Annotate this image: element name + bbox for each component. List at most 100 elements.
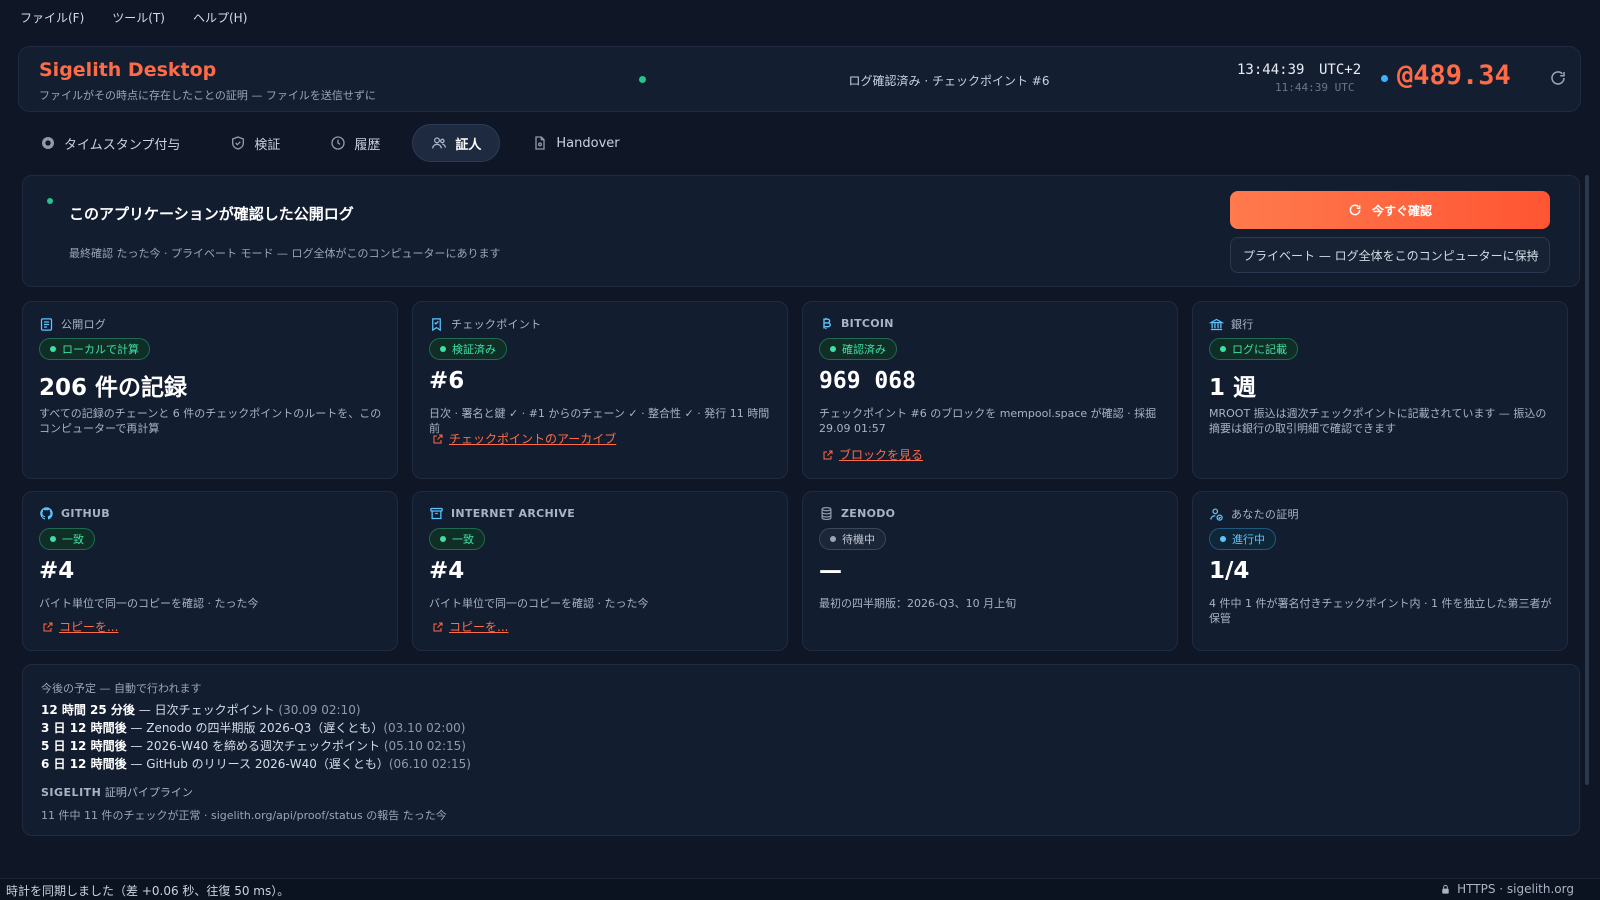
main-tabs: タイムスタンプ付与 検証 履歴 証人 Handover	[22, 124, 638, 162]
github-icon	[40, 507, 53, 520]
card-your-proof: あなたの証明 進行中 1/4 4 件中 1 件が署名付きチェックポイント内 · …	[1192, 491, 1568, 651]
status-badge: 一致	[39, 528, 95, 550]
card-internet-archive: INTERNET ARCHIVE 一致 #4 バイト単位で同一のコピーを確認 ·…	[412, 491, 788, 651]
local-time: 13:44:39	[1237, 62, 1305, 78]
database-icon	[821, 506, 832, 521]
external-link-icon	[823, 450, 833, 459]
card-value: #6	[429, 368, 465, 394]
card-checkpoint: チェックポイント 検証済み #6 日次 · 署名と鍵 ✓ · #1 からのチェー…	[412, 301, 788, 479]
tab-handover[interactable]: Handover	[514, 124, 637, 162]
user-check-icon	[1210, 508, 1223, 521]
refresh-icon[interactable]	[1549, 69, 1567, 87]
menubar: ファイル(F) ツール(T) ヘルプ(H)	[0, 0, 1600, 34]
external-link-icon	[433, 434, 443, 443]
list-item: 6 日 12 時間後 — GitHub のリリース 2026-W40（遅くとも）…	[41, 757, 471, 771]
status-badge: ログに記載	[1209, 338, 1298, 360]
panel-subtitle: 最終確認 たった今 · プライベート モード — ログ全体がこのコンピューターに…	[69, 247, 501, 260]
list-item: 12 時間 25 分後 — 日次チェックポイント (30.09 02:10)	[41, 703, 361, 717]
external-link-icon	[43, 622, 53, 631]
list-item: 5 日 12 時間後 — 2026-W40 を締める週次チェックポイント (05…	[41, 739, 466, 753]
schedule-list: 12 時間 25 分後 — 日次チェックポイント (30.09 02:10) 3…	[41, 701, 471, 773]
card-description: MROOT 振込は週次チェックポイントに記載されています — 振込の摘要は銀行の…	[1209, 407, 1547, 435]
menu-file[interactable]: ファイル(F)	[20, 9, 84, 26]
github-copy-link[interactable]: コピーを...	[42, 618, 118, 635]
button-label: 今すぐ確認	[1371, 203, 1432, 218]
status-bar: 時計を同期しました（差 +0.06 秒、往復 50 ms）。 HTTPS · s…	[0, 878, 1600, 900]
shield-icon	[232, 136, 245, 150]
status-message: 時計を同期しました（差 +0.06 秒、往復 50 ms）。	[6, 884, 290, 898]
app-subtitle: ファイルがその時点に存在したことの証明 — ファイルを送信せずに	[39, 89, 376, 102]
view-block-link[interactable]: ブロックを見る	[822, 446, 923, 463]
card-header: ZENODO	[819, 506, 895, 521]
card-header: チェックポイント	[429, 316, 541, 332]
clock-icon	[331, 136, 346, 150]
app-header: Sigelith Desktop ファイルがその時点に存在したことの証明 — フ…	[18, 46, 1581, 112]
pipeline-description: 11 件中 11 件のチェックが正常 · sigelith.org/api/pr…	[41, 809, 447, 822]
connection-status: HTTPS · sigelith.org	[1440, 882, 1574, 896]
card-description: バイト単位で同一のコピーを確認 · たった今	[39, 597, 259, 610]
archive-copy-link[interactable]: コピーを...	[432, 618, 508, 635]
card-zenodo: ZENODO 待機中 — 最初の四半期版：2026-Q3、10 月上旬	[802, 491, 1178, 651]
card-value: 1 週	[1209, 375, 1257, 401]
tab-label: 履歴	[354, 137, 381, 153]
status-badge: ローカルで計算	[39, 338, 150, 360]
card-description: バイト単位で同一のコピーを確認 · たった今	[429, 597, 649, 610]
card-value: 969 068	[819, 368, 916, 394]
refresh-icon	[1349, 204, 1361, 216]
tab-verify[interactable]: 検証	[212, 124, 298, 162]
menu-tools[interactable]: ツール(T)	[112, 9, 165, 26]
utc-time: 11:44:39 UTC	[1275, 81, 1355, 94]
card-description: 4 件中 1 件が署名付きチェックポイント内 · 1 件を独立した第三者が保管	[1209, 597, 1552, 625]
card-header: GITHUB	[39, 506, 110, 521]
card-bank: 銀行 ログに記載 1 週 MROOT 振込は週次チェックポイントに記載されていま…	[1192, 301, 1568, 479]
stamp-icon	[42, 137, 54, 149]
card-bitcoin: BITCOIN 確認済み 969 068 チェックポイント #6 のブロックを …	[802, 301, 1178, 479]
tab-label: Handover	[556, 135, 620, 151]
bookmark-icon	[432, 317, 441, 331]
card-description: チェックポイント #6 のブロックを mempool.space が確認 · 採…	[819, 407, 1157, 435]
card-github: GITHUB 一致 #4 バイト単位で同一のコピーを確認 · たった今 コピーを…	[22, 491, 398, 651]
mode-select[interactable]: プライベート — ログ全体をこのコンピューターに保持	[1230, 237, 1550, 273]
menu-help[interactable]: ヘルプ(H)	[193, 9, 247, 26]
scrollbar[interactable]	[1585, 175, 1589, 785]
tab-label: 検証	[254, 137, 281, 153]
status-dot	[47, 198, 53, 204]
status-badge: 検証済み	[429, 338, 507, 360]
public-log-panel: このアプリケーションが確認した公開ログ 最終確認 たった今 · プライベート モ…	[22, 175, 1580, 287]
archive-icon	[430, 507, 443, 520]
tab-witnesses[interactable]: 証人	[412, 124, 501, 162]
balance: @489.34	[1397, 60, 1511, 91]
external-link-icon	[433, 622, 443, 631]
users-icon	[432, 137, 447, 149]
log-status: ログ確認済み · チェックポイント #6	[848, 74, 1050, 88]
bitcoin-icon	[823, 317, 831, 330]
checkpoint-archive-link[interactable]: チェックポイントのアーカイブ	[432, 430, 616, 447]
card-header: INTERNET ARCHIVE	[429, 506, 575, 521]
pipeline-title: SIGELITH 証明パイプライン	[41, 786, 193, 799]
tab-history[interactable]: 履歴	[312, 124, 398, 162]
card-description: 最初の四半期版：2026-Q3、10 月上旬	[819, 597, 1017, 610]
card-value: 206 件の記録	[39, 375, 188, 401]
card-header: あなたの証明	[1209, 506, 1299, 522]
status-badge: 待機中	[819, 528, 886, 550]
tab-label: タイムスタンプ付与	[64, 137, 181, 153]
timezone: UTC+2	[1319, 62, 1362, 78]
check-now-button[interactable]: 今すぐ確認	[1230, 191, 1550, 229]
chevron-down-icon	[1527, 253, 1535, 258]
status-badge: 一致	[429, 528, 485, 550]
panel-title: このアプリケーションが確認した公開ログ	[69, 205, 354, 223]
file-icon	[535, 136, 546, 150]
mode-select-value: プライベート — ログ全体をこのコンピューターに保持	[1243, 248, 1539, 263]
card-header: BITCOIN	[819, 316, 894, 331]
card-public-log: 公開ログ ローカルで計算 206 件の記録 すべての記録のチェーンと 6 件のチ…	[22, 301, 398, 479]
card-value: 1/4	[1209, 558, 1250, 584]
tab-timestamp[interactable]: タイムスタンプ付与	[22, 124, 198, 162]
status-badge: 進行中	[1209, 528, 1276, 550]
card-value: #4	[429, 558, 465, 584]
log-icon	[40, 317, 53, 331]
tab-label: 証人	[455, 137, 482, 153]
status-badge: 確認済み	[819, 338, 897, 360]
card-header: 公開ログ	[39, 316, 106, 332]
schedule-title: 今後の予定 — 自動で行われます	[41, 682, 202, 695]
bank-icon	[1209, 318, 1224, 330]
